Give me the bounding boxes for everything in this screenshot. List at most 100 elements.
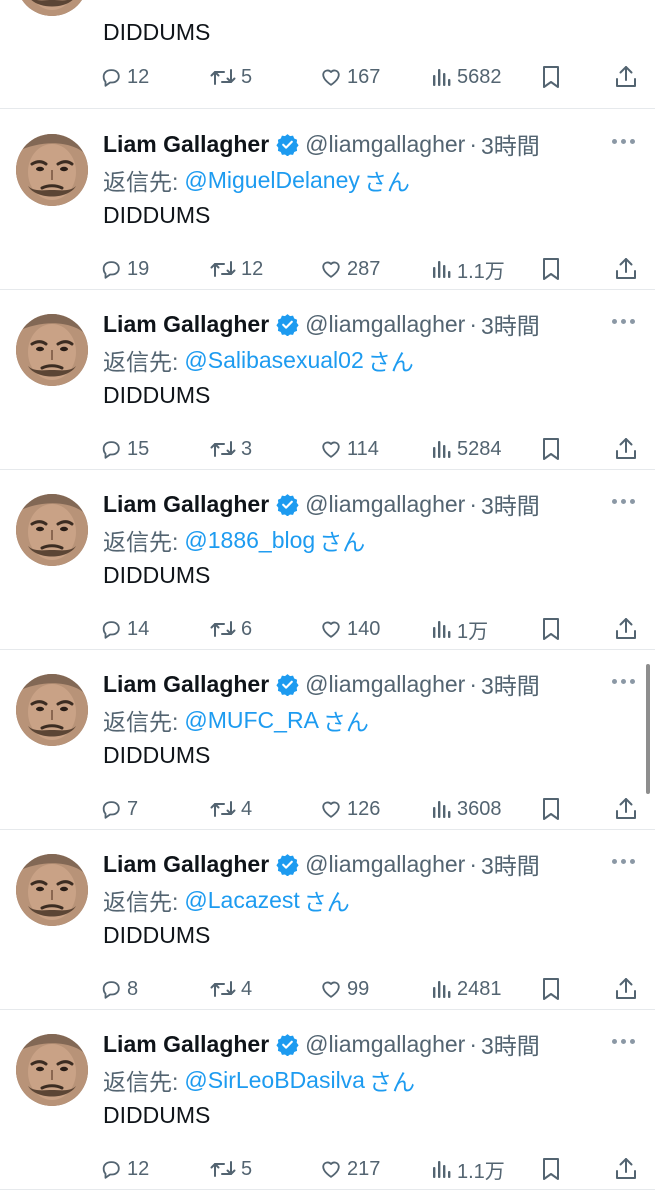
retweet-button[interactable]: 5	[210, 62, 252, 92]
like-button[interactable]: 287	[320, 254, 380, 284]
share-icon	[615, 257, 637, 281]
timestamp[interactable]: 3時間	[481, 847, 540, 881]
author-name[interactable]: Liam Gallagher	[103, 131, 269, 158]
bookmark-button[interactable]	[541, 254, 561, 284]
like-button[interactable]: 167	[320, 62, 380, 92]
like-button[interactable]: 114	[320, 434, 379, 464]
views-button[interactable]: 1.1万	[432, 1154, 505, 1184]
author-name[interactable]: Liam Gallagher	[103, 311, 269, 338]
more-icon[interactable]	[612, 499, 635, 504]
replies-count: 15	[127, 437, 150, 460]
reply-to-link[interactable]: @Lacazest	[184, 887, 299, 914]
more-icon[interactable]	[612, 1039, 635, 1044]
tweet-header: Liam Gallagher @liamgallagher · 3時間	[103, 848, 540, 880]
avatar[interactable]	[16, 0, 88, 16]
reply-button[interactable]: 7	[100, 794, 138, 824]
tweet-text: DIDDUMS	[103, 381, 211, 408]
like-button[interactable]: 140	[320, 614, 380, 644]
author-name[interactable]: Liam Gallagher	[103, 851, 269, 878]
views-button[interactable]: 1.1万	[432, 254, 505, 284]
bookmark-icon	[541, 617, 561, 641]
reply-button[interactable]: 12	[100, 62, 149, 92]
views-button[interactable]: 2481	[432, 974, 502, 1004]
retweet-button[interactable]: 12	[210, 254, 263, 284]
author-handle[interactable]: @liamgallagher	[305, 131, 465, 158]
reply-to-link[interactable]: @MUFC_RA	[184, 707, 319, 734]
retweet-button[interactable]: 3	[210, 434, 252, 464]
reply-to-link[interactable]: @SirLeoBDasilva	[184, 1067, 365, 1094]
reply-button[interactable]: 15	[100, 434, 149, 464]
tweet[interactable]: Liam Gallagher @liamgallagher · 3時間 返信先: @Sir…	[0, 1010, 655, 1190]
share-button[interactable]	[615, 614, 637, 644]
tweet[interactable]: Liam Gallagher @liamgallagher · 3時間 返信先: @188…	[0, 470, 655, 650]
views-button[interactable]: 3608	[432, 794, 502, 824]
avatar[interactable]	[16, 1034, 88, 1106]
reply-button[interactable]: 14	[100, 614, 149, 644]
author-handle[interactable]: @liamgallagher	[305, 1031, 465, 1058]
reply-to-link[interactable]: @Salibasexual02	[184, 347, 363, 374]
views-button[interactable]: 5682	[432, 62, 502, 92]
avatar[interactable]	[16, 134, 88, 206]
timestamp[interactable]: 3時間	[481, 667, 540, 701]
bookmark-button[interactable]	[541, 1154, 561, 1184]
tweet[interactable]: Liam Gallagher @liamgallagher · 3時間 返信先: @Lac…	[0, 830, 655, 1010]
like-button[interactable]: 126	[320, 794, 380, 824]
reply-button[interactable]: 19	[100, 254, 149, 284]
author-handle[interactable]: @liamgallagher	[305, 671, 465, 698]
bookmark-button[interactable]	[541, 614, 561, 644]
more-icon[interactable]	[612, 139, 635, 144]
share-button[interactable]	[615, 794, 637, 824]
reply-button[interactable]: 8	[100, 974, 138, 1004]
tweet[interactable]: Liam Gallagher @liamgallagher · 3時間 返信先: @Sal…	[0, 290, 655, 470]
share-button[interactable]	[615, 434, 637, 464]
avatar[interactable]	[16, 494, 88, 566]
tweet-partial[interactable]: DIDDUMS 12 5 167 5682	[0, 0, 655, 109]
views-button[interactable]: 5284	[432, 434, 502, 464]
retweet-button[interactable]: 6	[210, 614, 252, 644]
bookmark-button[interactable]	[541, 434, 561, 464]
author-handle[interactable]: @liamgallagher	[305, 491, 465, 518]
more-icon[interactable]	[612, 679, 635, 684]
author-handle[interactable]: @liamgallagher	[305, 311, 465, 338]
tweet[interactable]: Liam Gallagher @liamgallagher · 3時間 返信先: @Mig…	[0, 110, 655, 290]
share-button[interactable]	[615, 1154, 637, 1184]
reply-context: 返信先: @Lacazest さん	[103, 884, 350, 916]
views-button[interactable]: 1万	[432, 614, 488, 644]
timestamp[interactable]: 3時間	[481, 487, 540, 521]
bookmark-button[interactable]	[541, 974, 561, 1004]
timestamp[interactable]: 3時間	[481, 1027, 540, 1061]
share-button[interactable]	[615, 62, 637, 92]
reply-suffix: さん	[319, 529, 366, 555]
tweet[interactable]: Liam Gallagher @liamgallagher · 3時間 返信先: @MUF…	[0, 650, 655, 830]
avatar[interactable]	[16, 314, 88, 386]
timestamp[interactable]: 3時間	[481, 307, 540, 341]
bookmark-button[interactable]	[541, 62, 561, 92]
more-icon[interactable]	[612, 859, 635, 864]
share-button[interactable]	[615, 974, 637, 1004]
author-handle[interactable]: @liamgallagher	[305, 851, 465, 878]
reply-to-link[interactable]: @MiguelDelaney	[184, 167, 360, 194]
timestamp[interactable]: 3時間	[481, 127, 540, 161]
timeline-feed: DIDDUMS 12 5 167 5682 Liam Gallagher @liamga…	[0, 0, 655, 1200]
like-button[interactable]: 217	[320, 1154, 380, 1184]
likes-count: 167	[347, 65, 381, 88]
more-icon[interactable]	[612, 319, 635, 324]
scrollbar[interactable]	[646, 664, 650, 794]
avatar[interactable]	[16, 854, 88, 926]
retweet-button[interactable]: 4	[210, 794, 252, 824]
author-name[interactable]: Liam Gallagher	[103, 671, 269, 698]
retweet-button[interactable]: 4	[210, 974, 252, 1004]
author-name[interactable]: Liam Gallagher	[103, 1031, 269, 1058]
share-button[interactable]	[615, 254, 637, 284]
reply-button[interactable]: 12	[100, 1154, 149, 1184]
retweet-button[interactable]: 5	[210, 1154, 252, 1184]
avatar[interactable]	[16, 674, 88, 746]
reply-to-link[interactable]: @1886_blog	[184, 527, 315, 554]
retweet-icon	[210, 438, 236, 460]
author-name[interactable]: Liam Gallagher	[103, 491, 269, 518]
bookmark-button[interactable]	[541, 794, 561, 824]
retweets-count: 4	[241, 977, 253, 1000]
replies-count: 19	[127, 257, 150, 280]
like-button[interactable]: 99	[320, 974, 369, 1004]
tweet-text: DIDDUMS	[103, 921, 211, 948]
